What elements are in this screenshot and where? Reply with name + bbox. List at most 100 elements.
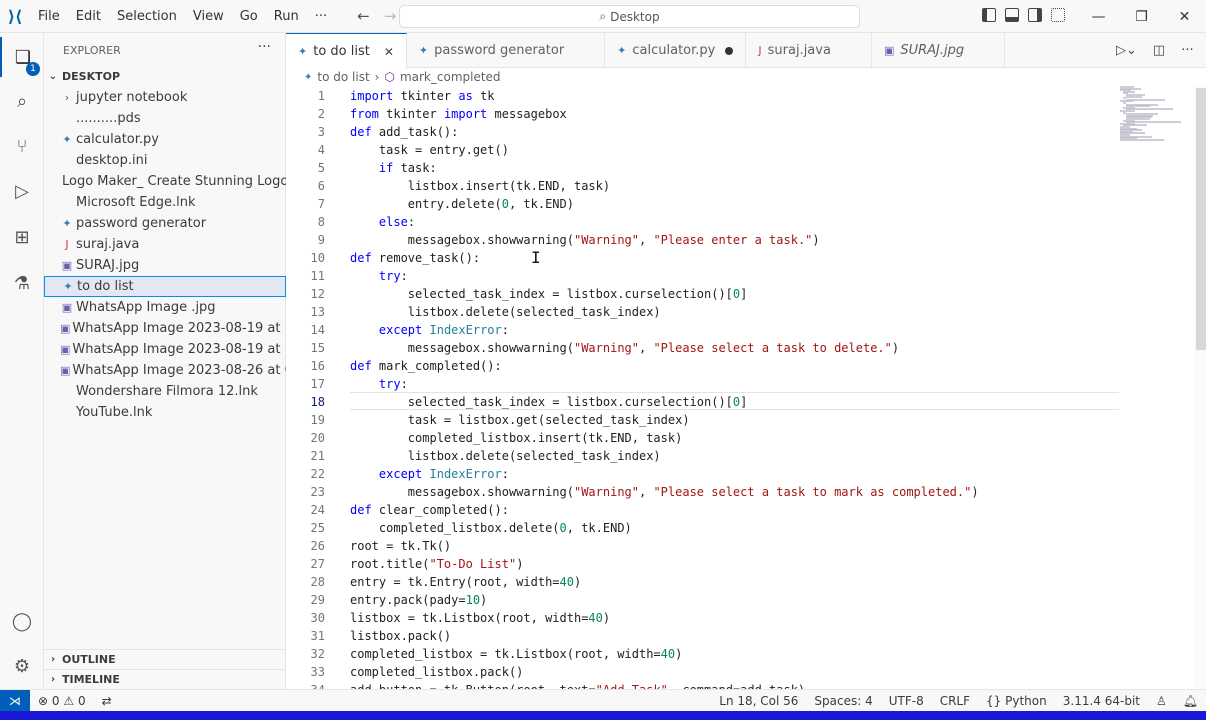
code-line[interactable]: 26 root = tk.Tk() [286, 537, 1186, 555]
minimap[interactable] [1120, 86, 1192, 146]
file-item[interactable]: ✦ password generator [44, 213, 286, 234]
code-line[interactable]: 22 except IndexError: [286, 465, 1186, 483]
scrollbar-thumb[interactable] [1196, 88, 1206, 350]
tab-password-generator[interactable]: ✦ password generator [407, 33, 606, 68]
tab-suraj-java[interactable]: Jsuraj.java [746, 33, 872, 68]
file-item[interactable]: ..........pds [44, 108, 286, 129]
indentation[interactable]: Spaces: 4 [806, 694, 880, 708]
code-line[interactable]: 1 import tkinter as tk [286, 87, 1186, 105]
customize-layout-icon[interactable] [1051, 8, 1065, 22]
code-line[interactable]: 14 except IndexError: [286, 321, 1186, 339]
menu-view[interactable]: View [185, 9, 232, 24]
file-item[interactable]: ▣WhatsApp Image 2023-08-19 at 19.4... [44, 339, 286, 360]
restore-icon[interactable]: ❐ [1120, 0, 1163, 33]
split-editor-icon[interactable]: ◫ [1153, 43, 1165, 58]
notifications-bell-icon[interactable]: 🔔︎ [1175, 694, 1206, 708]
back-arrow-icon[interactable]: ← [357, 7, 370, 25]
file-item[interactable]: Logo Maker_ Create Stunning Logos ... [44, 171, 286, 192]
file-item[interactable]: ✦ calculator.py [44, 129, 286, 150]
folder-item[interactable]: › jupyter notebook [44, 87, 286, 108]
timeline-section[interactable]: › TIMELINE [44, 669, 286, 689]
code-line[interactable]: 31 listbox.pack() [286, 627, 1186, 645]
source-control-icon[interactable]: ⑂ [0, 126, 44, 166]
code-line[interactable]: 3 def add_task(): [286, 123, 1186, 141]
code-line[interactable]: 7 entry.delete(0, tk.END) [286, 195, 1186, 213]
testing-icon[interactable]: ⚗ [0, 263, 44, 303]
run-debug-icon[interactable]: ▷ [0, 171, 44, 211]
code-line[interactable]: 18 selected_task_index = listbox.cursele… [286, 393, 1186, 411]
file-item[interactable]: ✦ to do list [44, 276, 286, 297]
desktop-folder-header[interactable]: ⌄ DESKTOP [44, 66, 286, 86]
forward-arrow-icon[interactable]: → [384, 7, 397, 25]
code-line[interactable]: 28 entry = tk.Entry(root, width=40) [286, 573, 1186, 591]
code-line[interactable]: 12 selected_task_index = listbox.cursele… [286, 285, 1186, 303]
code-line[interactable]: 24 def clear_completed(): [286, 501, 1186, 519]
close-window-icon[interactable]: ✕ [1163, 0, 1206, 33]
code-line[interactable]: 19 task = listbox.get(selected_task_inde… [286, 411, 1186, 429]
code-line[interactable]: 2 from tkinter import messagebox [286, 105, 1186, 123]
file-item[interactable]: desktop.ini [44, 150, 286, 171]
code-line[interactable]: 30 listbox = tk.Listbox(root, width=40) [286, 609, 1186, 627]
file-item[interactable]: ▣ WhatsApp Image .jpg [44, 297, 286, 318]
command-center-search[interactable]: ⌕ Desktop [399, 5, 860, 28]
tab-suraj-jpg[interactable]: ▣ SURAJ.jpg [872, 33, 1006, 68]
breadcrumb-file[interactable]: to do list [317, 70, 369, 84]
close-tab-icon[interactable]: ✕ [384, 45, 394, 59]
code-line[interactable]: 32 completed_listbox = tk.Listbox(root, w… [286, 645, 1186, 663]
code-line[interactable]: 4 task = entry.get() [286, 141, 1186, 159]
toggle-primary-sidebar-icon[interactable] [982, 8, 996, 22]
explorer-more-actions[interactable]: ··· [258, 39, 271, 55]
search-view-icon[interactable]: ⌕ [0, 81, 44, 121]
file-item[interactable]: Jsuraj.java [44, 234, 286, 255]
file-item[interactable]: ▣ SURAJ.jpg [44, 255, 286, 276]
copilot-icon[interactable]: ♙ [1148, 694, 1175, 708]
menu-file[interactable]: File [30, 9, 68, 24]
file-item[interactable]: YouTube.lnk [44, 402, 286, 423]
encoding[interactable]: UTF-8 [881, 694, 932, 708]
more-actions-icon[interactable]: ··· [1181, 43, 1193, 58]
code-line[interactable]: 34 add_button = tk.Button(root, text="Add… [286, 681, 1186, 689]
code-line[interactable]: 33 completed_listbox.pack() [286, 663, 1186, 681]
minimize-icon[interactable]: — [1077, 0, 1120, 33]
line-ending[interactable]: CRLF [932, 694, 978, 708]
menu-edit[interactable]: Edit [68, 9, 109, 24]
code-editor[interactable]: 1 import tkinter as tk 2 from tkinter impor… [286, 86, 1194, 689]
explorer-icon[interactable]: ❏ 1 [0, 37, 44, 77]
language-mode[interactable]: {} Python [978, 694, 1055, 708]
tab-calculator-py[interactable]: ✦ calculator.py [605, 33, 747, 68]
menu-run[interactable]: Run [266, 9, 307, 24]
code-line[interactable]: 5 if task: [286, 159, 1186, 177]
tab-to-do-list[interactable]: ✦ to do list ✕ [286, 33, 407, 69]
code-line[interactable]: 25 completed_listbox.delete(0, tk.END) [286, 519, 1186, 537]
run-python-file-icon[interactable]: ▷⌄ [1116, 43, 1137, 58]
outline-section[interactable]: › OUTLINE [44, 649, 286, 669]
cursor-position[interactable]: Ln 18, Col 56 [711, 694, 806, 708]
menu-more[interactable]: ··· [307, 9, 335, 24]
code-line[interactable]: 10 def remove_task(): [286, 249, 1186, 267]
code-line[interactable]: 9 messagebox.showwarning("Warning", "Ple… [286, 231, 1186, 249]
code-line[interactable]: 21 listbox.delete(selected_task_index) [286, 447, 1186, 465]
menu-go[interactable]: Go [232, 9, 266, 24]
menu-selection[interactable]: Selection [109, 9, 185, 24]
python-interpreter[interactable]: 3.11.4 64-bit [1055, 694, 1148, 708]
remote-indicator-icon[interactable]: ⋊ [0, 689, 30, 712]
code-line[interactable]: 17 try: [286, 375, 1186, 393]
code-line[interactable]: 27 root.title("To-Do List") [286, 555, 1186, 573]
code-line[interactable]: 20 completed_listbox.insert(tk.END, task… [286, 429, 1186, 447]
file-item[interactable]: Microsoft Edge.lnk [44, 192, 286, 213]
extensions-icon[interactable]: ⊞ [0, 217, 44, 257]
file-item[interactable]: Wondershare Filmora 12.lnk [44, 381, 286, 402]
code-line[interactable]: 11 try: [286, 267, 1186, 285]
code-line[interactable]: 23 messagebox.showwarning("Warning", "Pl… [286, 483, 1186, 501]
code-line[interactable]: 6 listbox.insert(tk.END, task) [286, 177, 1186, 195]
unsaved-dot-icon[interactable] [725, 46, 734, 55]
problems-indicator[interactable]: ⊗ 0 ⚠ 0 [30, 694, 94, 708]
file-item[interactable]: ▣WhatsApp Image 2023-08-26 at 00.2... [44, 360, 286, 381]
breadcrumb-symbol[interactable]: mark_completed [400, 70, 501, 84]
toggle-panel-icon[interactable] [1005, 8, 1019, 22]
live-share-icon[interactable]: ⇄ [94, 694, 120, 708]
code-line[interactable]: 16 def mark_completed(): [286, 357, 1186, 375]
code-line[interactable]: 15 messagebox.showwarning("Warning", "Pl… [286, 339, 1186, 357]
code-line[interactable]: 8 else: [286, 213, 1186, 231]
code-line[interactable]: 29 entry.pack(pady=10) [286, 591, 1186, 609]
